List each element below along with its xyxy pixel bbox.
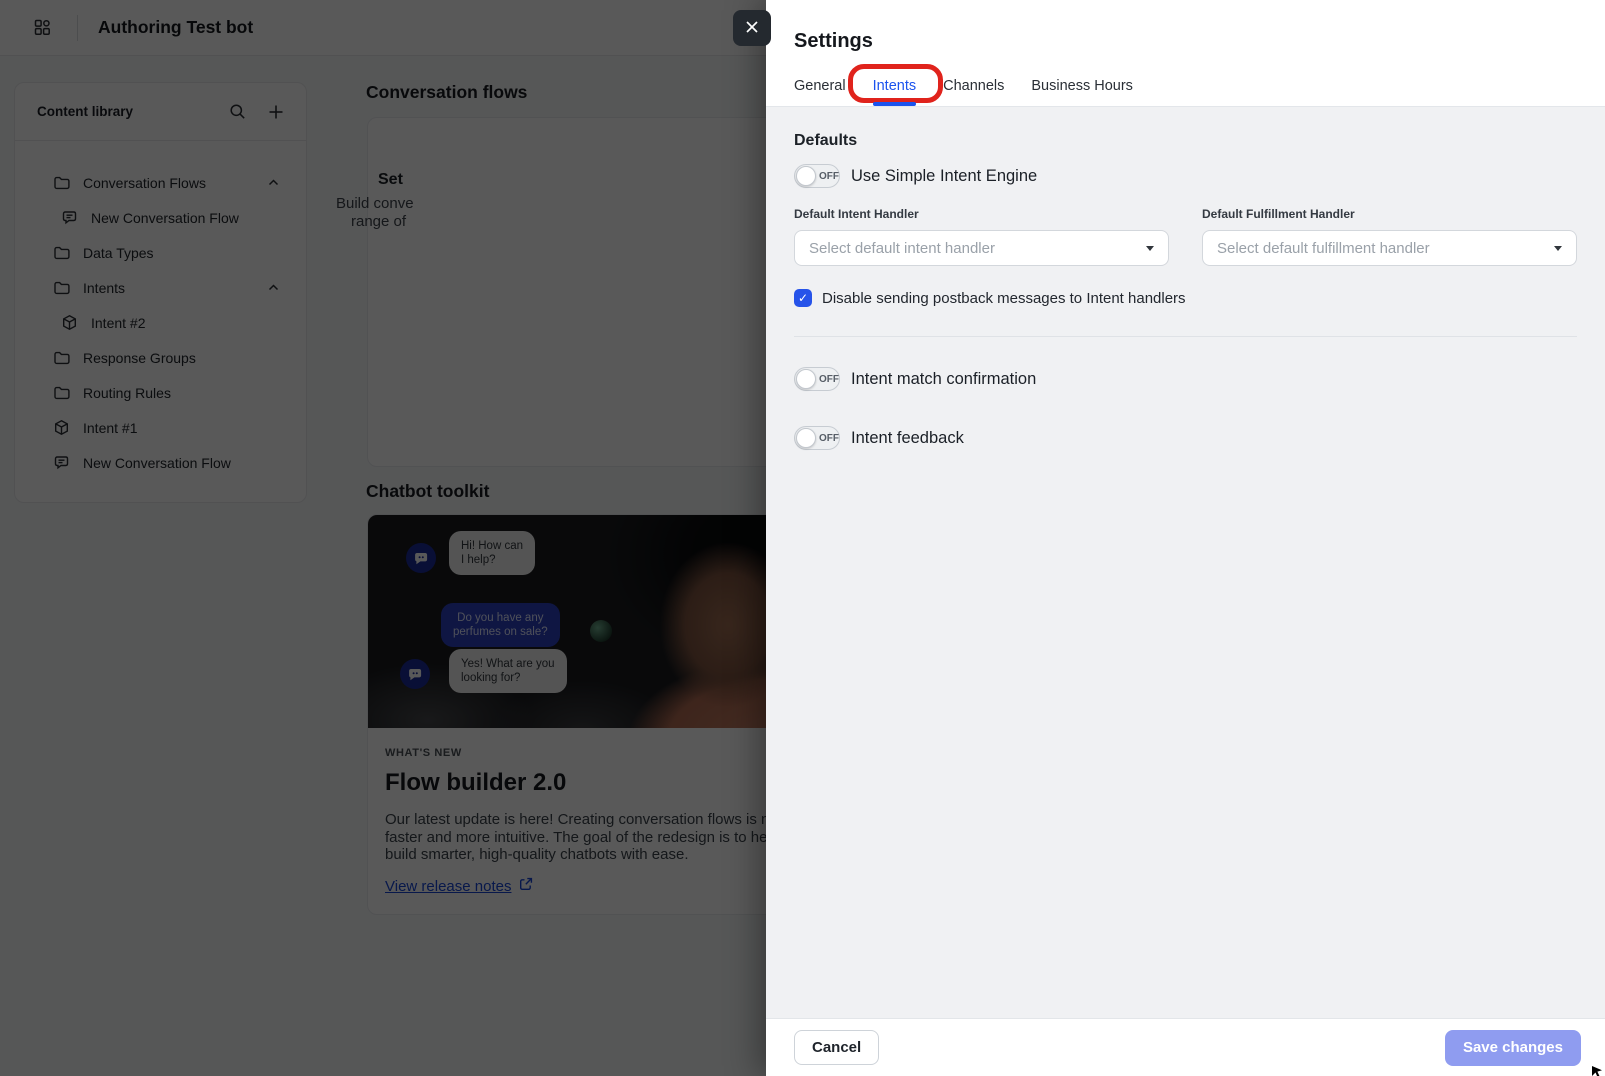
intent-feedback-label: Intent feedback [851, 429, 964, 448]
settings-header: Settings General Intents Channels Busine… [766, 0, 1605, 107]
tab-business-hours[interactable]: Business Hours [1031, 78, 1133, 106]
toggle-knob [796, 428, 816, 448]
default-intent-handler-field: Default Intent Handler Select default in… [794, 207, 1169, 266]
intent-match-confirmation-row: OFF Intent match confirmation [794, 367, 1577, 391]
default-handler-fields: Default Intent Handler Select default in… [794, 207, 1577, 266]
simple-intent-engine-label: Use Simple Intent Engine [851, 167, 1037, 186]
toggle-knob [796, 166, 816, 186]
disable-postback-checkbox[interactable]: ✓ [794, 289, 812, 307]
default-fulfillment-handler-label: Default Fulfillment Handler [1202, 207, 1577, 221]
settings-tabs: General Intents Channels Business Hours [794, 78, 1577, 106]
intent-match-confirmation-toggle[interactable]: OFF [794, 367, 840, 391]
cancel-button[interactable]: Cancel [794, 1030, 879, 1065]
select-placeholder: Select default fulfillment handler [1217, 240, 1430, 257]
tab-intents[interactable]: Intents [873, 78, 917, 106]
toggle-state-label: OFF [819, 374, 839, 385]
dropdown-caret-icon [1146, 246, 1154, 251]
disable-postback-row: ✓ Disable sending postback messages to I… [794, 289, 1577, 307]
app-root: Authoring Test bot Content library Conve… [0, 0, 1605, 1076]
settings-title: Settings [794, 28, 1577, 54]
tab-channels[interactable]: Channels [943, 78, 1004, 106]
select-placeholder: Select default intent handler [809, 240, 995, 257]
section-divider [794, 336, 1577, 337]
close-settings-button[interactable] [733, 10, 771, 46]
default-intent-handler-select[interactable]: Select default intent handler [794, 230, 1169, 266]
simple-intent-engine-row: OFF Use Simple Intent Engine [794, 164, 1577, 188]
tab-general[interactable]: General [794, 78, 846, 106]
default-intent-handler-label: Default Intent Handler [794, 207, 1169, 221]
default-fulfillment-handler-field: Default Fulfillment Handler Select defau… [1202, 207, 1577, 266]
simple-intent-engine-toggle[interactable]: OFF [794, 164, 840, 188]
tab-intents-label: Intents [873, 78, 917, 94]
settings-footer: Cancel Save changes [766, 1018, 1605, 1076]
intent-feedback-toggle[interactable]: OFF [794, 426, 840, 450]
intent-match-confirmation-label: Intent match confirmation [851, 370, 1036, 389]
settings-intents-panel: Defaults OFF Use Simple Intent Engine De… [766, 107, 1605, 1018]
toggle-state-label: OFF [819, 171, 839, 182]
intent-feedback-row: OFF Intent feedback [794, 426, 1577, 450]
toggle-state-label: OFF [819, 433, 839, 444]
disable-postback-label: Disable sending postback messages to Int… [822, 290, 1186, 307]
close-icon [745, 20, 759, 37]
settings-drawer: Settings General Intents Channels Busine… [766, 0, 1605, 1076]
default-fulfillment-handler-select[interactable]: Select default fulfillment handler [1202, 230, 1577, 266]
mouse-cursor [1591, 1065, 1605, 1076]
save-changes-button[interactable]: Save changes [1445, 1030, 1581, 1066]
defaults-heading: Defaults [794, 131, 1577, 150]
dropdown-caret-icon [1554, 246, 1562, 251]
toggle-knob [796, 369, 816, 389]
